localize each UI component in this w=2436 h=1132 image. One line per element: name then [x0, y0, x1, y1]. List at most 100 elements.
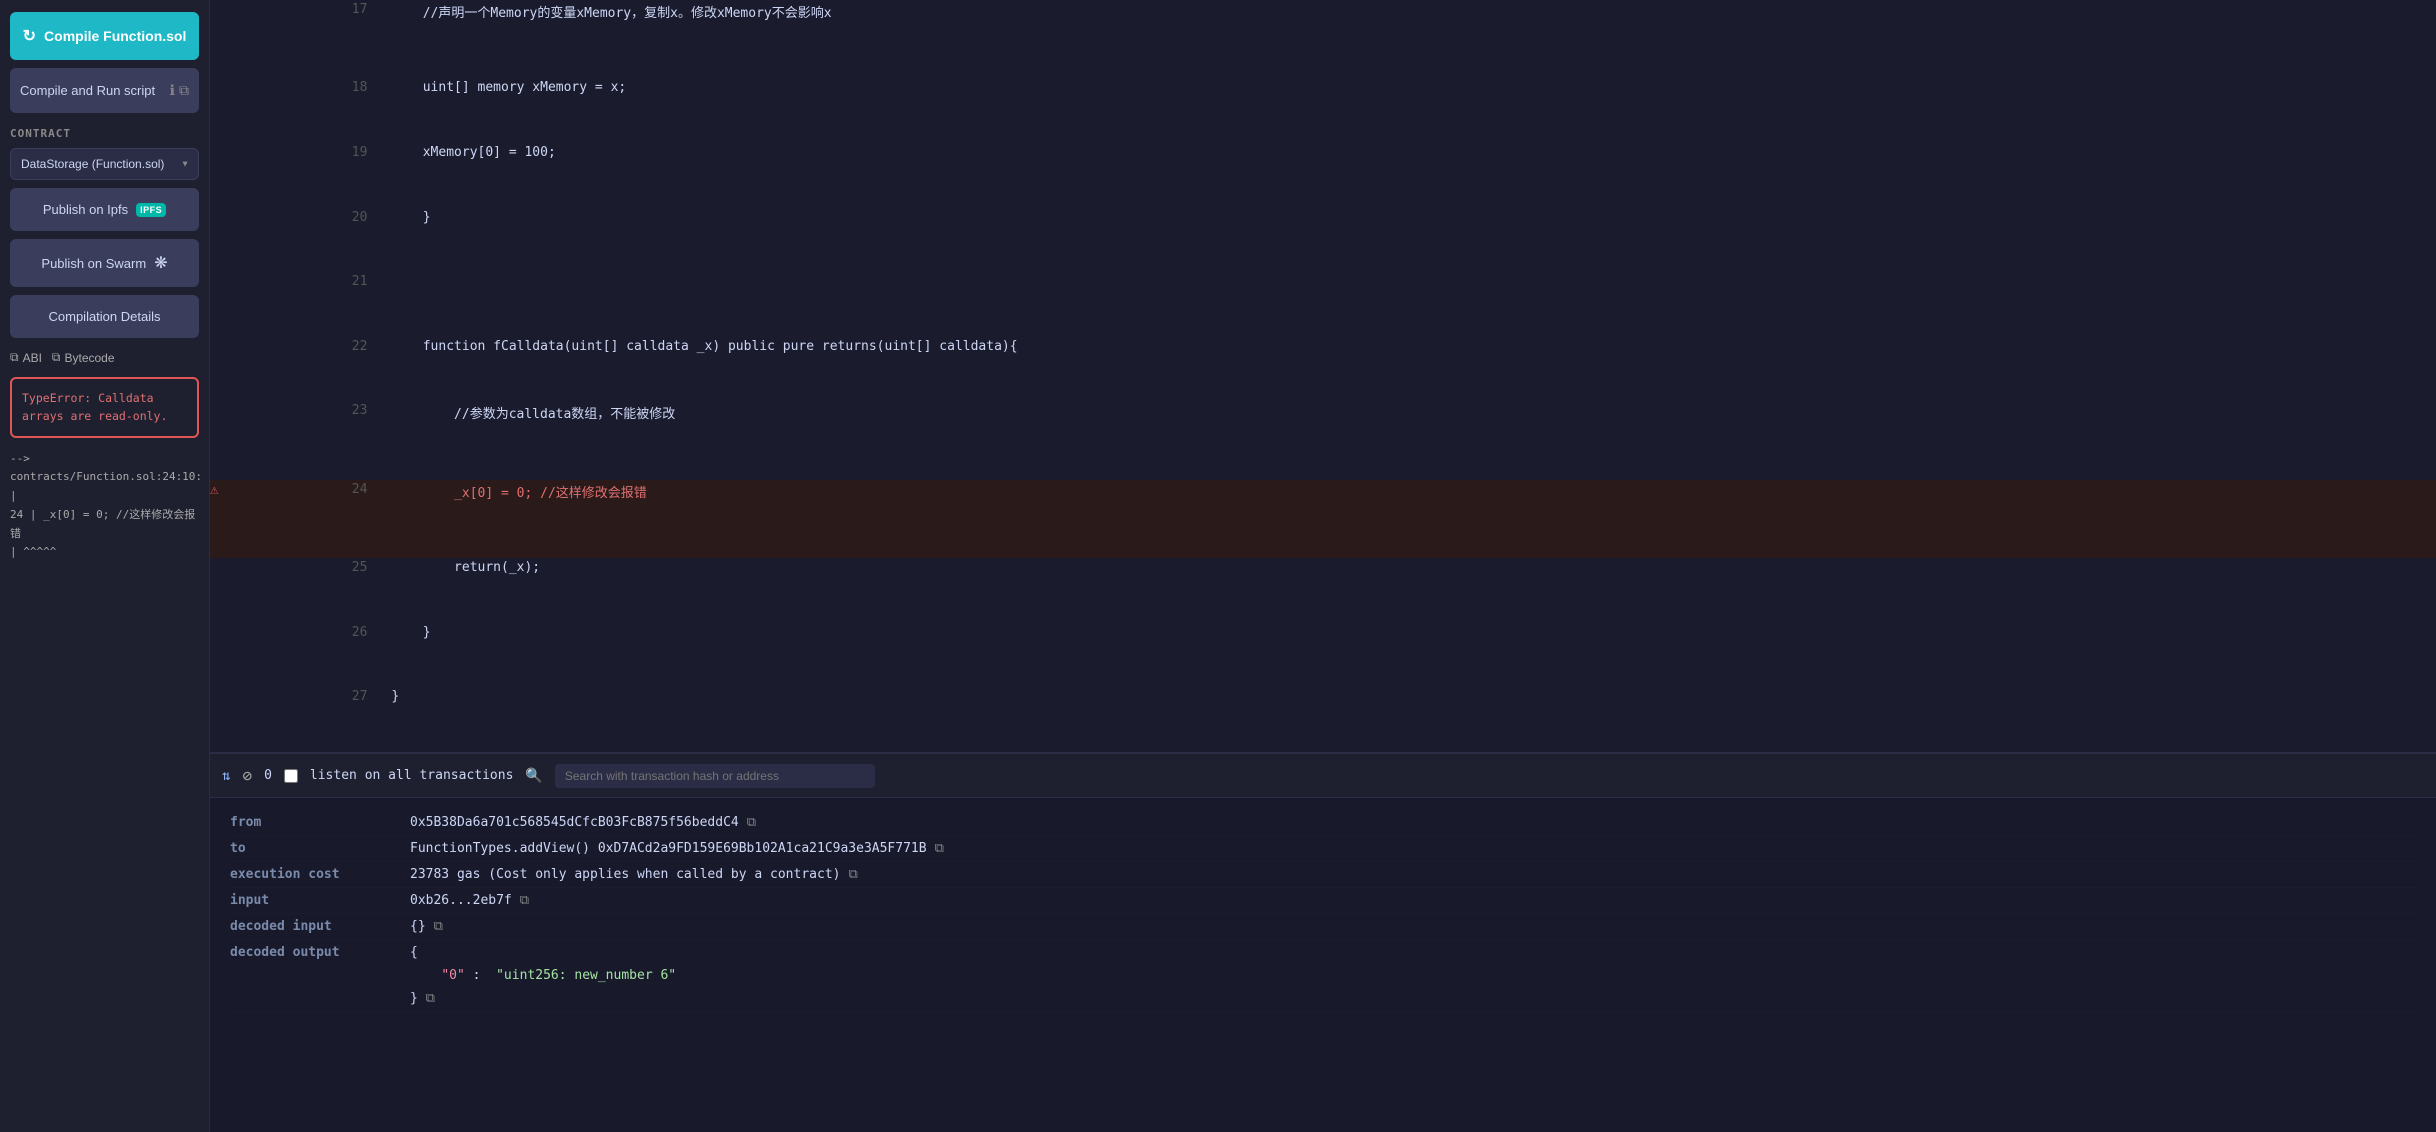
error-indicator: [210, 0, 230, 78]
line-content: function fCalldata(uint[] calldata _x) p…: [383, 337, 2436, 402]
contract-label: CONTRACT: [10, 127, 199, 140]
ban-icon: ⊘: [242, 766, 252, 785]
error-details: --> contracts/Function.sol:24:10: | 24 |…: [10, 450, 199, 562]
copy-decoded-input-icon[interactable]: ⧉: [434, 919, 443, 934]
left-panel: ↻ Compile Function.sol Compile and Run s…: [0, 0, 210, 1132]
compile-run-button[interactable]: Compile and Run script ℹ ⧉: [10, 68, 199, 113]
line-content: //参数为calldata数组，不能被修改: [383, 401, 2436, 479]
decoded-output-entry: "0" : "uint256: new_number 6": [410, 968, 676, 983]
compile-button[interactable]: ↻ Compile Function.sol: [10, 12, 199, 60]
publish-ipfs-label: Publish on Ipfs: [43, 202, 128, 217]
copy-bytecode-icon: ⧉: [52, 350, 61, 365]
copy-decoded-output-icon[interactable]: ⧉: [426, 991, 435, 1006]
error-line: 24 | _x[0] = 0; //这样修改会报错: [10, 506, 199, 543]
copy-exec-cost-icon[interactable]: ⧉: [848, 867, 857, 882]
line-number: 24: [230, 480, 383, 558]
line-content: [383, 272, 2436, 337]
compile-run-label: Compile and Run script: [20, 83, 155, 98]
exec-cost-label: execution cost: [230, 867, 410, 882]
line-content: }: [383, 687, 2436, 752]
line-content: //声明一个Memory的变量xMemory，复制x。修改xMemory不会影响…: [383, 0, 2436, 78]
contract-select-wrapper: DataStorage (Function.sol) ▾: [10, 148, 199, 180]
error-title: TypeError: Calldata arrays are read-only…: [22, 391, 167, 423]
decoded-output-value: { "0" : "uint256: new_number 6" } ⧉: [410, 945, 2416, 1006]
line-number: 23: [230, 401, 383, 479]
line-number: 22: [230, 337, 383, 402]
listen-all-checkbox[interactable]: [284, 769, 298, 783]
line-number: 26: [230, 623, 383, 688]
from-label: from: [230, 815, 410, 830]
line-number: 25: [230, 558, 383, 623]
contract-select[interactable]: DataStorage (Function.sol): [10, 148, 199, 180]
publish-swarm-label: Publish on Swarm: [41, 256, 146, 271]
line-content: }: [383, 208, 2436, 273]
table-row: 21: [210, 272, 2436, 337]
line-number: 17: [230, 0, 383, 78]
table-row: 20 }: [210, 208, 2436, 273]
error-indicator: [210, 687, 230, 752]
copy-abi-icon: ⧉: [10, 350, 19, 365]
decoded-output-open: {: [410, 945, 418, 960]
transaction-count: 0: [264, 768, 272, 783]
collapse-arrows-icon[interactable]: ⇅: [222, 768, 230, 784]
publish-ipfs-button[interactable]: Publish on Ipfs IPFS: [10, 188, 199, 231]
listen-label: listen on all transactions: [310, 768, 514, 783]
to-label: to: [230, 841, 410, 856]
error-box: TypeError: Calldata arrays are read-only…: [10, 377, 199, 438]
bytecode-button[interactable]: ⧉ Bytecode: [52, 350, 115, 365]
line-number: 18: [230, 78, 383, 143]
error-location: contracts/Function.sol:24:10:: [10, 468, 199, 487]
error-indicator: [210, 78, 230, 143]
copy-from-icon[interactable]: ⧉: [747, 815, 756, 830]
line-number: 21: [230, 272, 383, 337]
bottom-toolbar: ⇅ ⊘ 0 listen on all transactions 🔍: [210, 754, 2436, 798]
exec-cost-row: execution cost 23783 gas (Cost only appl…: [230, 862, 2416, 888]
table-row: 26 }: [210, 623, 2436, 688]
from-value: 0x5B38Da6a701c568545dCfcB03FcB875f56bedd…: [410, 815, 2416, 830]
publish-swarm-button[interactable]: Publish on Swarm ❋: [10, 239, 199, 287]
decoded-output-row: decoded output { "0" : "uint256: new_num…: [230, 940, 2416, 1012]
compilation-details-button[interactable]: Compilation Details: [10, 295, 199, 338]
error-indicator: [210, 558, 230, 623]
search-icon: 🔍: [525, 768, 542, 784]
table-row: 22 function fCalldata(uint[] calldata _x…: [210, 337, 2436, 402]
decoded-input-label: decoded input: [230, 919, 410, 934]
to-value: FunctionTypes.addView() 0xD7ACd2a9FD159E…: [410, 841, 2416, 856]
exec-cost-value: 23783 gas (Cost only applies when called…: [410, 867, 2416, 882]
input-label: input: [230, 893, 410, 908]
input-row: input 0xb26...2eb7f ⧉: [230, 888, 2416, 914]
error-caret: | ^^^^^: [10, 543, 199, 562]
decoded-input-row: decoded input {} ⧉: [230, 914, 2416, 940]
from-row: from 0x5B38Da6a701c568545dCfcB03FcB875f5…: [230, 810, 2416, 836]
line-number: 20: [230, 208, 383, 273]
error-indicator: [210, 143, 230, 208]
abi-button[interactable]: ⧉ ABI: [10, 350, 42, 365]
table-row: 19 xMemory[0] = 100;: [210, 143, 2436, 208]
transaction-table: from 0x5B38Da6a701c568545dCfcB03FcB875f5…: [210, 798, 2436, 1132]
error-indicator: ⚠: [210, 480, 230, 558]
error-indicator: [210, 401, 230, 479]
to-row: to FunctionTypes.addView() 0xD7ACd2a9FD1…: [230, 836, 2416, 862]
decoded-output-close-row: } ⧉: [410, 991, 435, 1006]
abi-label: ABI: [23, 351, 42, 365]
search-input[interactable]: [555, 764, 875, 788]
copy-input-icon[interactable]: ⧉: [520, 893, 529, 908]
copy-script-icon: ⧉: [179, 82, 189, 99]
line-content: _x[0] = 0; //这样修改会报错: [383, 480, 2436, 558]
table-row: 18 uint[] memory xMemory = x;: [210, 78, 2436, 143]
table-row: 27}: [210, 687, 2436, 752]
decoded-output-label: decoded output: [230, 945, 410, 1006]
error-arrow: -->: [10, 450, 199, 469]
error-pipe: |: [10, 487, 199, 506]
main-area: 17 //声明一个Memory的变量xMemory，复制x。修改xMemory不…: [210, 0, 2436, 1132]
copy-to-icon[interactable]: ⧉: [935, 841, 944, 856]
bytecode-label: Bytecode: [65, 351, 115, 365]
table-row: 25 return(_x);: [210, 558, 2436, 623]
table-row: 23 //参数为calldata数组，不能被修改: [210, 401, 2436, 479]
error-indicator: [210, 272, 230, 337]
code-editor[interactable]: 17 //声明一个Memory的变量xMemory，复制x。修改xMemory不…: [210, 0, 2436, 752]
error-indicator: [210, 208, 230, 273]
bottom-panel: ⇅ ⊘ 0 listen on all transactions 🔍 from …: [210, 752, 2436, 1132]
info-icon: ℹ: [170, 82, 175, 99]
line-number: 19: [230, 143, 383, 208]
